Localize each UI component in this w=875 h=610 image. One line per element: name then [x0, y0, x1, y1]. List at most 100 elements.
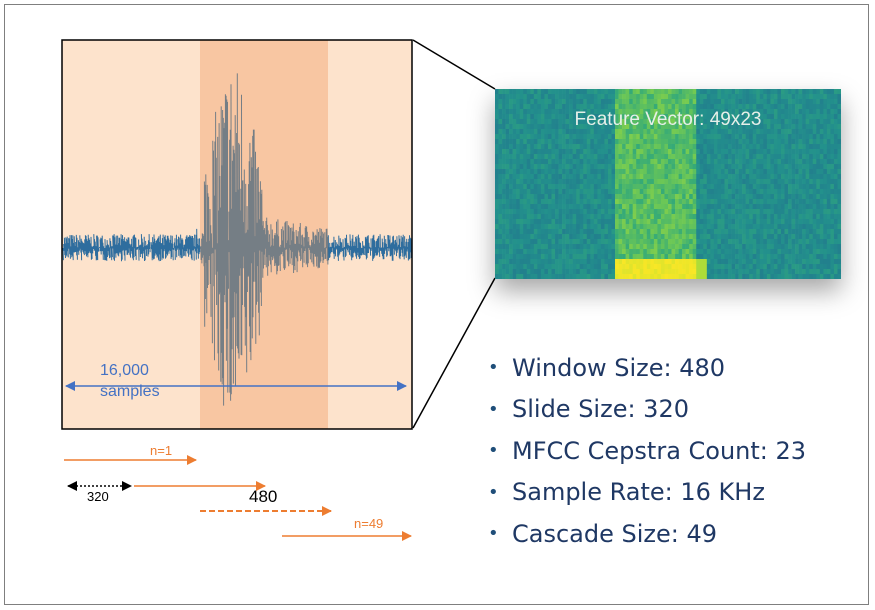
spectrogram-cell — [632, 269, 637, 275]
spectrogram-cell — [819, 219, 824, 225]
spectrogram-cell — [756, 214, 761, 220]
spectrogram-cell — [837, 244, 841, 250]
spectrogram-cell — [731, 224, 736, 230]
spectrogram-cell — [710, 224, 715, 230]
spectrogram-cell — [731, 264, 736, 270]
spectrogram-cell — [678, 234, 683, 240]
spectrogram-cell — [805, 174, 810, 180]
spectrogram-cell — [551, 214, 556, 220]
spectrogram-cell — [579, 164, 584, 170]
spectrogram-cell — [713, 229, 718, 235]
spectrogram-cell — [735, 214, 739, 220]
spectrogram-cell — [795, 229, 799, 235]
spectrogram-cell — [742, 204, 746, 210]
spectrogram-cell — [622, 274, 626, 279]
spectrogram-cell — [593, 189, 598, 195]
spectrogram-cell — [710, 214, 715, 220]
spectrogram-cell — [583, 149, 588, 155]
spectrogram-cell — [576, 199, 581, 205]
spectrogram-cell — [699, 174, 704, 180]
spectrogram-cell — [600, 134, 605, 140]
spectrogram-cell — [590, 259, 595, 265]
spectrogram-cell — [706, 214, 711, 220]
spectrogram-cell — [724, 164, 729, 170]
spectrogram-cell — [784, 189, 789, 195]
spectrogram-cell — [569, 224, 573, 230]
spectrogram-cell — [558, 99, 563, 105]
spectrogram-cell — [777, 144, 782, 150]
spectrogram-cell — [678, 149, 683, 155]
spectrogram-cell — [713, 94, 718, 100]
spectrogram-cell — [738, 219, 743, 225]
spectrogram-cell — [745, 259, 750, 265]
spectrogram-cell — [572, 184, 577, 190]
spectrogram-cell — [583, 259, 588, 265]
spectrogram-cell — [657, 139, 662, 145]
spectrogram-cell — [653, 224, 658, 230]
spectrogram-cell — [512, 159, 517, 165]
spectrogram-cell — [763, 159, 768, 165]
spectrogram-cell — [791, 219, 796, 225]
spectrogram-cell — [699, 159, 704, 165]
spectrogram-cell — [618, 269, 623, 275]
spectrogram-cell — [802, 219, 806, 225]
spectrogram-cell — [780, 149, 785, 155]
spectrogram-cell — [551, 209, 556, 215]
spectrogram-cell — [696, 169, 701, 175]
spectrogram-cell — [826, 199, 831, 205]
spectrogram-cell — [653, 234, 658, 240]
spectrogram-cell — [544, 269, 549, 275]
spectrogram-cell — [805, 199, 810, 205]
spectrogram-cell — [597, 209, 602, 215]
spectrogram-cell — [526, 149, 531, 155]
spectrogram-cell — [791, 204, 796, 210]
spectrogram-cell — [526, 174, 531, 180]
spectrogram-cell — [777, 179, 782, 185]
spectrogram-cell — [558, 264, 563, 270]
spectrogram-cell — [551, 254, 556, 260]
spectrogram-cell — [756, 259, 761, 265]
spectrogram-cell — [819, 149, 824, 155]
spectrogram-cell — [639, 154, 644, 160]
spectrogram-cell — [805, 99, 810, 105]
spectrogram-cell — [742, 244, 746, 250]
spectrogram-cell — [802, 189, 806, 195]
spectrogram-cell — [770, 209, 775, 215]
spectrogram-cell — [636, 94, 641, 100]
spectrogram-cell — [629, 169, 633, 175]
spectrogram-cell — [819, 169, 824, 175]
spectrogram-cell — [636, 274, 641, 279]
spectrogram-cell — [597, 184, 602, 190]
spectrogram-cell — [685, 204, 690, 210]
spectrogram-cell — [586, 259, 591, 265]
spectrogram-cell — [604, 224, 609, 230]
spectrogram-cell — [657, 159, 662, 165]
spectrogram-cell — [837, 234, 841, 240]
spectrogram-cell — [586, 264, 591, 270]
spectrogram-cell — [788, 229, 792, 235]
spectrogram-cell — [636, 99, 641, 105]
spectrogram-cell — [512, 179, 517, 185]
spectrogram-cell — [646, 244, 651, 250]
spectrogram-cell — [678, 269, 683, 275]
spectrogram-cell — [502, 239, 506, 245]
spectrogram-cell — [572, 224, 577, 230]
spectrogram-cell — [629, 144, 633, 150]
spectrogram-cell — [622, 269, 626, 275]
spectrogram-cell — [795, 204, 799, 210]
spectrogram-cell — [593, 169, 598, 175]
spectrogram-cell — [664, 89, 669, 95]
spectrogram-cell — [692, 234, 697, 240]
spectrogram-cell — [572, 89, 577, 95]
spectrogram-cell — [696, 164, 701, 170]
spectrogram-cell — [551, 134, 556, 140]
spectrogram-cell — [770, 149, 775, 155]
spectrogram-cell — [689, 189, 694, 195]
spectrogram-cell — [678, 239, 683, 245]
spectrogram-cell — [530, 169, 535, 175]
spectrogram-cell — [749, 159, 754, 165]
spectrogram-cell — [805, 244, 810, 250]
spectrogram-cell — [643, 269, 648, 275]
spectrogram-cell — [717, 139, 722, 145]
spectrogram-cell — [717, 259, 722, 265]
